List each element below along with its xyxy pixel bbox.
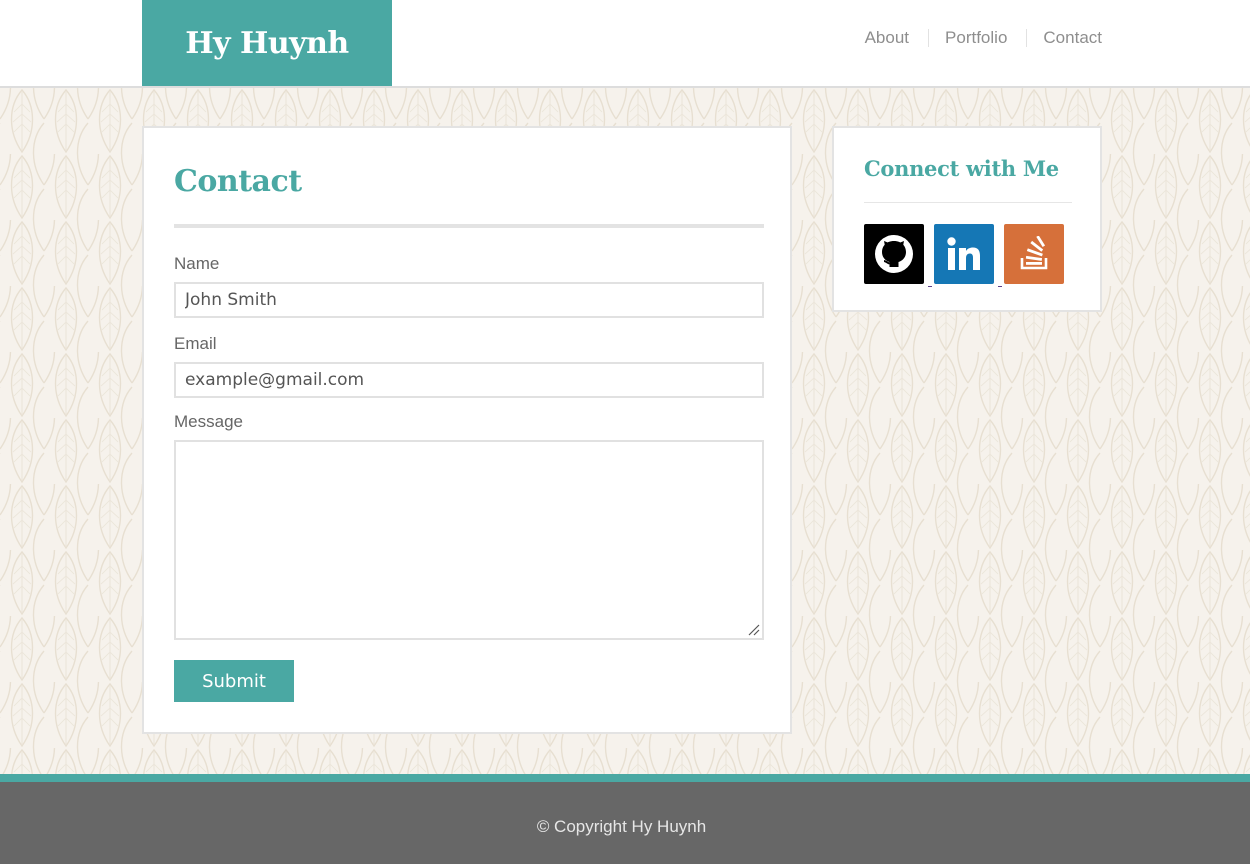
contact-title: Contact — [174, 164, 302, 199]
nav-divider — [1026, 29, 1028, 47]
link-underline — [928, 286, 932, 287]
site-logo[interactable]: Hy Huynh — [142, 0, 392, 86]
main-nav: About Portfolio Contact — [865, 27, 1102, 49]
connect-divider — [864, 202, 1072, 203]
resize-grip-icon[interactable] — [746, 622, 760, 636]
connect-title: Connect with Me — [864, 156, 1059, 181]
submit-button[interactable]: Submit — [174, 660, 294, 702]
name-input[interactable] — [174, 282, 764, 318]
title-divider — [174, 224, 764, 228]
nav-portfolio[interactable]: Portfolio — [945, 28, 1007, 48]
message-label: Message — [174, 412, 243, 431]
message-textarea[interactable] — [174, 440, 764, 640]
email-label: Email — [174, 334, 217, 353]
name-label: Name — [174, 254, 220, 273]
nav-contact[interactable]: Contact — [1043, 28, 1102, 48]
github-icon — [875, 235, 913, 273]
footer-accent-bar — [0, 774, 1250, 782]
site-logo-text: Hy Huynh — [185, 25, 349, 61]
nav-divider — [928, 29, 930, 47]
connect-panel: Connect with Me — [832, 126, 1102, 312]
site-footer: © Copyright Hy Huynh — [0, 782, 1250, 864]
contact-panel: Contact Name Email Message Submit — [142, 126, 792, 734]
stackoverflow-icon — [1020, 236, 1048, 270]
nav-about[interactable]: About — [865, 28, 909, 48]
linkedin-icon — [947, 237, 980, 270]
copyright-text: © Copyright Hy Huynh — [536, 817, 707, 836]
linkedin-link[interactable] — [934, 224, 994, 284]
site-header: Hy Huynh About Portfolio Contact — [0, 0, 1250, 88]
link-underline — [998, 286, 1002, 287]
stackoverflow-link[interactable] — [1004, 224, 1064, 284]
email-input[interactable] — [174, 362, 764, 398]
github-link[interactable] — [864, 224, 924, 284]
